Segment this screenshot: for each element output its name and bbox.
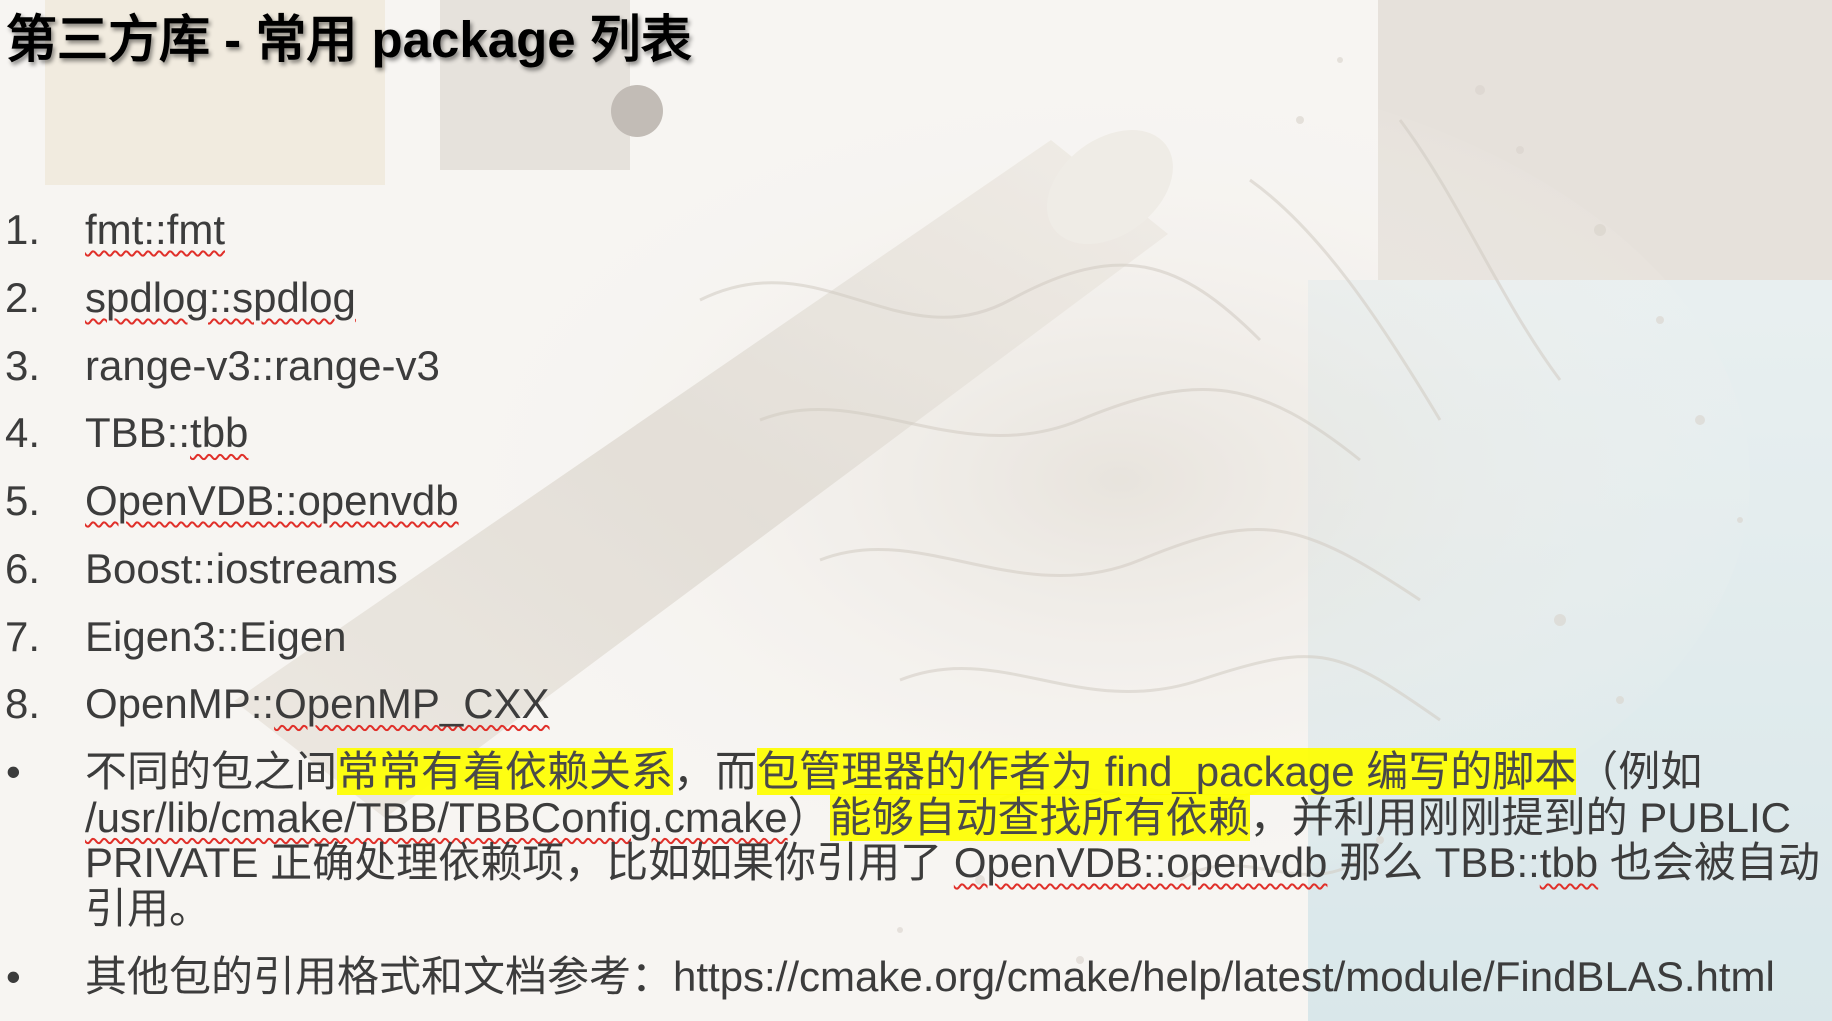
list-item: 7. Eigen3::Eigen bbox=[0, 603, 900, 671]
text-segment: 不同的包之间 bbox=[85, 748, 338, 795]
package-name-text: fmt::fmt bbox=[85, 206, 225, 253]
highlighted-text: 包管理器的作者为 find_package 编写的脚本 bbox=[757, 748, 1577, 795]
list-item: 5. OpenVDB::openvdb bbox=[0, 467, 900, 535]
list-number: 6. bbox=[5, 544, 41, 592]
package-list: 1. fmt::fmt 2. spdlog::spdlog 3. range-v… bbox=[0, 196, 900, 738]
list-item: 3. range-v3::range-v3 bbox=[0, 332, 900, 400]
package-name: Boost::iostreams bbox=[85, 535, 398, 603]
text-segment: （例如 bbox=[1576, 748, 1703, 795]
package-name-text: Eigen3::Eigen bbox=[85, 612, 347, 660]
package-name: range-v3::range-v3 bbox=[85, 332, 440, 400]
list-number: 2. bbox=[5, 273, 41, 321]
bullet-text: 不同的包之间常常有着依赖关系，而包管理器的作者为 find_package 编写… bbox=[85, 748, 1820, 931]
package-name: Eigen3::Eigen bbox=[85, 603, 347, 671]
package-name: spdlog::spdlog bbox=[85, 264, 356, 332]
package-name: fmt::fmt bbox=[85, 196, 225, 264]
bullet-marker: • bbox=[6, 953, 21, 1000]
package-name-text: OpenVDB::openvdb bbox=[953, 839, 1328, 886]
package-name-text: spdlog::spdlog bbox=[85, 273, 356, 321]
list-number: 7. bbox=[5, 612, 41, 660]
list-number: 5. bbox=[5, 477, 41, 524]
bullet-marker: • bbox=[6, 748, 21, 795]
package-namespace-text: OpenMP:: bbox=[85, 680, 275, 728]
text-segment: ，而 bbox=[673, 748, 758, 795]
list-number: 1. bbox=[5, 206, 41, 253]
list-number: 4. bbox=[5, 409, 41, 457]
file-path-text: /usr/lib/cmake/TBB/TBBConfig.cmake bbox=[85, 793, 788, 841]
text-segment: 那么 TBB:: bbox=[1327, 839, 1540, 886]
slide-title: 第三方库 - 常用 package 列表 bbox=[6, 11, 692, 68]
highlighted-text: 能够自动查找所有依赖 bbox=[829, 793, 1250, 841]
package-target-text: tbb bbox=[190, 409, 249, 457]
slide: 第三方库 - 常用 package 列表 1. fmt::fmt 2. spdl… bbox=[0, 0, 1832, 1021]
package-name-text: Boost::iostreams bbox=[85, 544, 398, 592]
bullet-reference: • 其他包的引用格式和文档参考：https://cmake.org/cmake/… bbox=[0, 954, 1820, 1000]
list-number: 3. bbox=[5, 341, 41, 389]
list-number: 8. bbox=[5, 680, 41, 728]
list-item: 1. fmt::fmt bbox=[0, 196, 900, 264]
list-item: 6. Boost::iostreams bbox=[0, 535, 900, 603]
package-name-text: range-v3::range-v3 bbox=[85, 341, 440, 389]
reference-url-text: 其他包的引用格式和文档参考：https://cmake.org/cmake/he… bbox=[85, 953, 1775, 1000]
package-name-text: OpenVDB::openvdb bbox=[85, 477, 459, 524]
package-namespace-text: TBB:: bbox=[85, 409, 191, 457]
package-target-text: tbb bbox=[1539, 839, 1599, 886]
highlighted-text: 常常有着依赖关系 bbox=[337, 748, 674, 795]
bullet-text: 其他包的引用格式和文档参考：https://cmake.org/cmake/he… bbox=[85, 954, 1820, 1000]
list-item: 2. spdlog::spdlog bbox=[0, 264, 900, 332]
text-segment: ） bbox=[787, 793, 830, 841]
package-name: TBB::tbb bbox=[85, 399, 248, 467]
package-target-text: OpenMP_CXX bbox=[274, 680, 550, 728]
package-name: OpenVDB::openvdb bbox=[85, 467, 459, 535]
bullet-dependencies: • 不同的包之间常常有着依赖关系，而包管理器的作者为 find_package … bbox=[0, 748, 1820, 931]
list-item: 4. TBB::tbb bbox=[0, 399, 900, 467]
package-name: OpenMP::OpenMP_CXX bbox=[85, 670, 550, 738]
list-item: 8. OpenMP::OpenMP_CXX bbox=[0, 670, 900, 738]
